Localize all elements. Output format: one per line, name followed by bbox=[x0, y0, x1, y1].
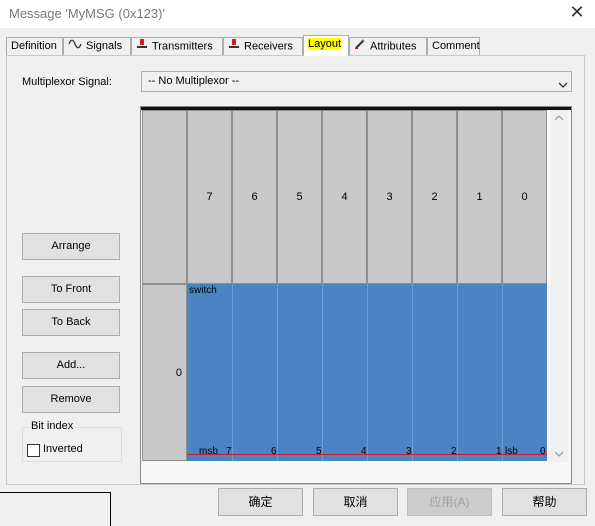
bit-divider bbox=[322, 284, 323, 461]
bit-header-label: 4 bbox=[341, 191, 348, 203]
bit-header: 6 bbox=[232, 110, 277, 284]
bit-index-legend: Bit index bbox=[29, 420, 76, 432]
signal-bit-label: 3 bbox=[406, 446, 412, 457]
bit-header: 5 bbox=[277, 110, 322, 284]
multiplexor-label: Multiplexor Signal: bbox=[22, 76, 112, 88]
msb-label: msb bbox=[199, 446, 218, 457]
signal-bit-label: 2 bbox=[451, 446, 457, 457]
bit-header-label: 1 bbox=[476, 191, 483, 203]
multiplexor-value: -- No Multiplexor -- bbox=[148, 75, 240, 87]
tab-definition[interactable]: Definition bbox=[6, 37, 63, 55]
bit-header-label: 6 bbox=[251, 191, 258, 203]
bit-header-label: 7 bbox=[206, 191, 213, 203]
bit-header: 4 bbox=[322, 110, 367, 284]
tab-label: Signals bbox=[86, 40, 123, 52]
cancel-button[interactable]: 取消 bbox=[313, 488, 398, 516]
ok-button[interactable]: 确定 bbox=[218, 488, 303, 516]
chevron-down-icon bbox=[558, 77, 568, 88]
byte-row-label: 0 bbox=[175, 367, 182, 379]
bit-header: 0 bbox=[502, 110, 547, 284]
signal-bit-label: 0 bbox=[540, 446, 546, 457]
inverted-label: Inverted bbox=[43, 443, 83, 455]
receiver-icon bbox=[228, 38, 240, 55]
bit-divider bbox=[412, 284, 413, 461]
bit-divider bbox=[277, 284, 278, 461]
help-button[interactable]: 帮助 bbox=[502, 488, 587, 516]
layout-grid: 7 6 5 4 3 2 1 0 0 switch msb 7 6 5 4 3 2… bbox=[140, 106, 572, 484]
remove-button[interactable]: Remove bbox=[22, 386, 120, 413]
tab-label: Comment bbox=[432, 40, 480, 52]
signal-bit-label: 7 bbox=[226, 446, 232, 457]
tab-label: Receivers bbox=[244, 40, 293, 53]
bit-header-label: 5 bbox=[296, 191, 303, 203]
grid-corner bbox=[142, 110, 187, 284]
background-window-edge bbox=[110, 492, 111, 526]
scroll-up-icon[interactable] bbox=[554, 114, 564, 122]
inverted-checkbox[interactable] bbox=[27, 444, 40, 457]
dialog-body: Definition Signals Transmitters Receiver… bbox=[0, 28, 595, 526]
attributes-icon bbox=[354, 38, 366, 55]
bit-header-label: 3 bbox=[386, 191, 393, 203]
bit-index-group: Bit index Inverted bbox=[22, 420, 122, 462]
bit-divider bbox=[457, 284, 458, 461]
tab-signals[interactable]: Signals bbox=[63, 37, 131, 55]
tab-label: Definition bbox=[11, 40, 57, 52]
arrange-button[interactable]: Arrange bbox=[22, 233, 120, 260]
bit-divider bbox=[502, 284, 503, 461]
dialog-footer: 确定 取消 应用(A) 帮助 bbox=[0, 484, 595, 526]
lsb-label: lsb bbox=[505, 446, 518, 457]
signal-block-switch[interactable]: switch msb 7 6 5 4 3 2 1 lsb 0 bbox=[187, 284, 547, 461]
tab-comment[interactable]: Comment bbox=[427, 37, 480, 55]
signal-bit-ruler bbox=[187, 454, 547, 455]
window-title: Message 'MyMSG (0x123)' bbox=[9, 6, 165, 21]
scroll-down-icon[interactable] bbox=[554, 450, 564, 458]
bit-header: 7 bbox=[187, 110, 232, 284]
bit-divider bbox=[232, 284, 233, 461]
byte-row-header: 0 bbox=[142, 284, 187, 461]
tab-transmitters[interactable]: Transmitters bbox=[131, 37, 223, 55]
signals-icon bbox=[68, 38, 82, 54]
transmitter-icon bbox=[136, 38, 148, 55]
add-button[interactable]: Add... bbox=[22, 352, 120, 379]
tab-label: Layout bbox=[308, 38, 342, 50]
vertical-scrollbar[interactable] bbox=[550, 110, 568, 462]
bit-header-label: 0 bbox=[521, 191, 528, 203]
signal-name: switch bbox=[189, 285, 217, 296]
tab-label: Attributes bbox=[370, 40, 417, 53]
apply-button[interactable]: 应用(A) bbox=[407, 488, 492, 516]
bit-header: 3 bbox=[367, 110, 412, 284]
background-window-edge bbox=[0, 492, 110, 493]
tab-attributes[interactable]: Attributes bbox=[349, 37, 427, 55]
tab-receivers[interactable]: Receivers bbox=[223, 37, 303, 55]
bit-header-label: 2 bbox=[431, 191, 438, 203]
to-front-button[interactable]: To Front bbox=[22, 276, 120, 303]
signal-bit-label: 1 bbox=[496, 446, 502, 457]
tab-layout[interactable]: Layout bbox=[303, 35, 349, 56]
signal-bit-label: 4 bbox=[361, 446, 367, 457]
multiplexor-select[interactable]: -- No Multiplexor -- bbox=[141, 71, 572, 92]
to-back-button[interactable]: To Back bbox=[22, 309, 120, 336]
tab-label: Transmitters bbox=[152, 40, 213, 53]
close-icon[interactable]: ✕ bbox=[567, 2, 587, 22]
bit-header: 1 bbox=[457, 110, 502, 284]
signal-bit-label: 5 bbox=[316, 446, 322, 457]
bit-header: 2 bbox=[412, 110, 457, 284]
layout-panel: Multiplexor Signal: -- No Multiplexor --… bbox=[6, 55, 585, 485]
signal-bit-label: 6 bbox=[271, 446, 277, 457]
title-bar: Message 'MyMSG (0x123)' ✕ bbox=[0, 0, 595, 28]
bit-divider bbox=[367, 284, 368, 461]
